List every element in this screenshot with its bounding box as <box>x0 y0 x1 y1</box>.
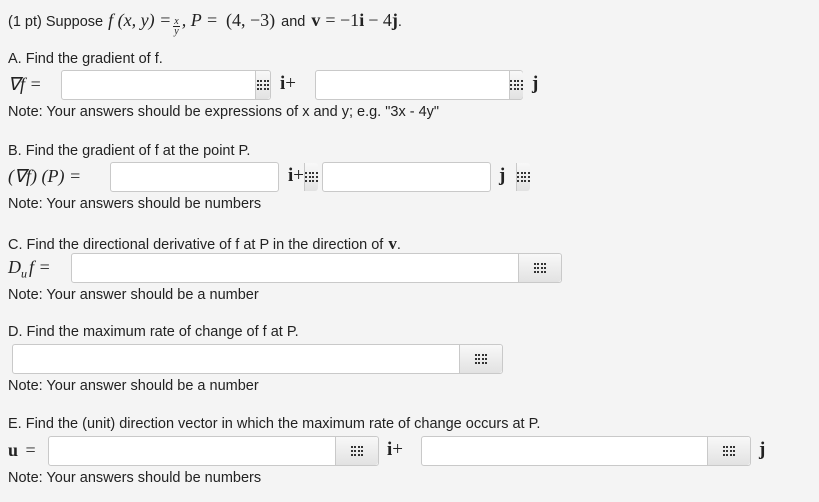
part-a-j-palette-button[interactable] <box>509 71 523 99</box>
i-unit: i <box>359 10 365 30</box>
part-e-i-unit: i+ <box>387 439 403 460</box>
equation-palette-icon <box>510 80 523 90</box>
function-def: f (x, y) = <box>108 10 172 30</box>
part-e-label: E. Find the (unit) direction vector in w… <box>8 416 541 432</box>
equation-palette-icon <box>722 446 736 456</box>
part-b-j-palette-button[interactable] <box>516 163 530 191</box>
part-a-i-palette-button[interactable] <box>255 71 270 99</box>
equation-palette-icon <box>474 354 488 364</box>
point-label: , P = <box>181 10 219 30</box>
vector-v: v <box>311 10 321 30</box>
part-b-j-unit: j <box>499 165 506 186</box>
part-c-input[interactable] <box>72 254 518 282</box>
problem-header: (1 pt) Suppose f (x, y) = x y , P = (4, … <box>8 10 402 37</box>
part-b-i-unit: i+ <box>288 165 304 186</box>
part-a-lhs: ∇f = <box>8 74 42 94</box>
part-a-i-input[interactable] <box>62 71 255 99</box>
part-e-j-input[interactable] <box>422 437 707 465</box>
part-c-note: Note: Your answer should be a number <box>8 287 259 303</box>
and-text: and <box>281 14 306 30</box>
part-e-j-answer <box>421 436 751 466</box>
equation-palette-icon <box>256 80 270 90</box>
equation-palette-icon <box>305 172 318 182</box>
part-d-palette-button[interactable] <box>459 345 502 373</box>
part-c-palette-button[interactable] <box>518 254 561 282</box>
points-label: (1 pt) Suppose <box>8 14 104 30</box>
part-c-answer <box>71 253 562 283</box>
equation-palette-icon <box>533 263 547 273</box>
equation-palette-icon <box>517 172 530 182</box>
part-c-label: C. Find the directional derivative of f … <box>8 234 401 253</box>
part-d-answer <box>12 344 503 374</box>
vector-v-minus: − 4 <box>368 10 392 30</box>
part-a-j-input[interactable] <box>316 71 509 99</box>
vector-v-eq: = −1 <box>325 10 360 30</box>
part-a-j-answer <box>315 70 523 100</box>
part-b-note: Note: Your answers should be numbers <box>8 196 262 212</box>
point-value: (4, −3) <box>226 10 276 30</box>
part-d-label: D. Find the maximum rate of change of f … <box>8 324 299 340</box>
part-b-j-input[interactable] <box>323 163 516 191</box>
part-e-i-palette-button[interactable] <box>335 437 378 465</box>
part-b-lhs: (∇f) (P) = <box>8 166 82 186</box>
part-a-i-answer <box>61 70 271 100</box>
part-a-i-unit: i+ <box>280 73 296 94</box>
part-b-i-answer <box>110 162 318 192</box>
part-b-i-input[interactable] <box>111 163 304 191</box>
part-b-j-answer <box>322 162 530 192</box>
part-a-label: A. Find the gradient of f. <box>8 51 163 67</box>
part-d-note: Note: Your answer should be a number <box>8 378 259 394</box>
part-d-input[interactable] <box>13 345 459 373</box>
part-a-j-unit: j <box>532 73 539 94</box>
part-b-i-palette-button[interactable] <box>304 163 318 191</box>
part-e-note: Note: Your answers should be numbers <box>8 470 262 486</box>
fraction: x y <box>173 16 180 37</box>
part-c-lhs: Du f = <box>8 257 51 281</box>
part-a-note: Note: Your answers should be expressions… <box>8 104 440 120</box>
part-e-j-unit: j <box>759 439 766 460</box>
part-e-j-palette-button[interactable] <box>707 437 750 465</box>
part-e-lhs: u = <box>8 440 36 460</box>
part-b-label: B. Find the gradient of f at the point P… <box>8 143 251 159</box>
equation-palette-icon <box>350 446 364 456</box>
part-e-i-input[interactable] <box>49 437 335 465</box>
part-e-i-answer <box>48 436 379 466</box>
